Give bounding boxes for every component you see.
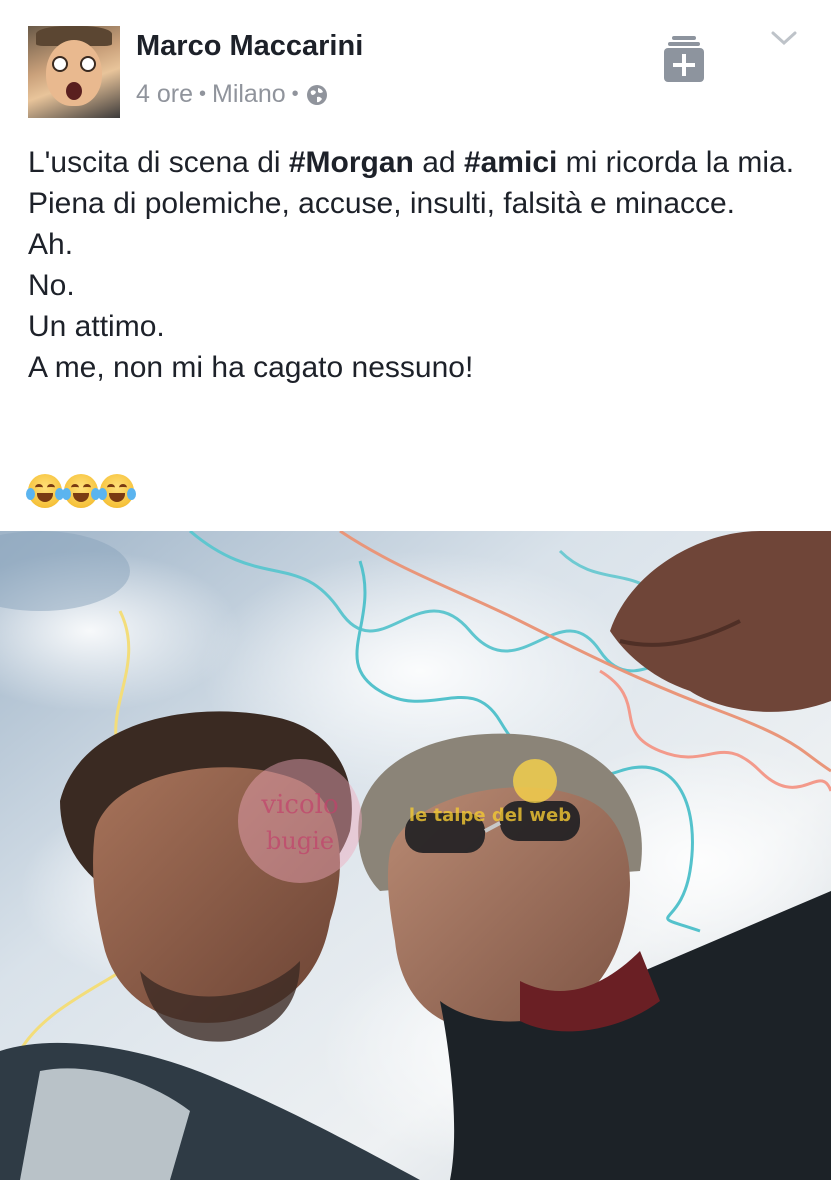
post-text-line: Un attimo. bbox=[28, 310, 165, 343]
save-to-collection-icon[interactable] bbox=[664, 36, 704, 82]
avatar-eye bbox=[52, 56, 68, 72]
text-segment: ad bbox=[413, 146, 464, 179]
post-location[interactable]: Milano bbox=[212, 80, 286, 109]
tears-of-joy-icon bbox=[62, 474, 100, 508]
meta-separator: • bbox=[198, 83, 206, 105]
avatar[interactable] bbox=[28, 26, 120, 118]
watermark-talpe: le talpe del web bbox=[409, 805, 571, 826]
tears-of-joy-icon bbox=[98, 474, 136, 508]
svg-text:bugie: bugie bbox=[266, 827, 334, 855]
post-text: L'uscita di scena di #Morgan ad #amici m… bbox=[28, 142, 808, 388]
hashtag-amici[interactable]: #amici bbox=[464, 146, 557, 179]
author-name[interactable]: Marco Maccarini bbox=[136, 30, 363, 63]
selfie-photo: vicolo bugie le talpe del web bbox=[0, 531, 831, 1180]
text-segment: L'uscita di scena di bbox=[28, 146, 289, 179]
meta-separator: • bbox=[291, 83, 299, 105]
text-segment: mi ricorda la mia. bbox=[557, 146, 795, 179]
globe-icon[interactable] bbox=[305, 83, 329, 107]
post-text-line: A me, non mi ha cagato nessuno! bbox=[28, 351, 474, 384]
post-header: Marco Maccarini 4 ore • Milano • bbox=[0, 0, 831, 125]
bottom-bar bbox=[0, 1180, 831, 1200]
avatar-eye bbox=[80, 56, 96, 72]
post-text-line: Piena di polemiche, accuse, insulti, fal… bbox=[28, 187, 736, 220]
tears-of-joy-icon bbox=[26, 474, 64, 508]
post-text-line: No. bbox=[28, 269, 75, 302]
post-meta: 4 ore • Milano • bbox=[136, 80, 329, 109]
avatar-mouth bbox=[66, 82, 82, 100]
post-text-line: Ah. bbox=[28, 228, 74, 261]
emoji-row bbox=[26, 474, 136, 508]
post-time[interactable]: 4 ore bbox=[136, 80, 193, 109]
hashtag-morgan[interactable]: #Morgan bbox=[289, 146, 414, 179]
post-photo[interactable]: vicolo bugie le talpe del web bbox=[0, 531, 831, 1180]
post-text-line: L'uscita di scena di #Morgan ad #amici m… bbox=[28, 142, 808, 183]
chevron-down-icon[interactable] bbox=[770, 30, 798, 48]
watermark-vicolo: vicolo bbox=[260, 790, 338, 820]
